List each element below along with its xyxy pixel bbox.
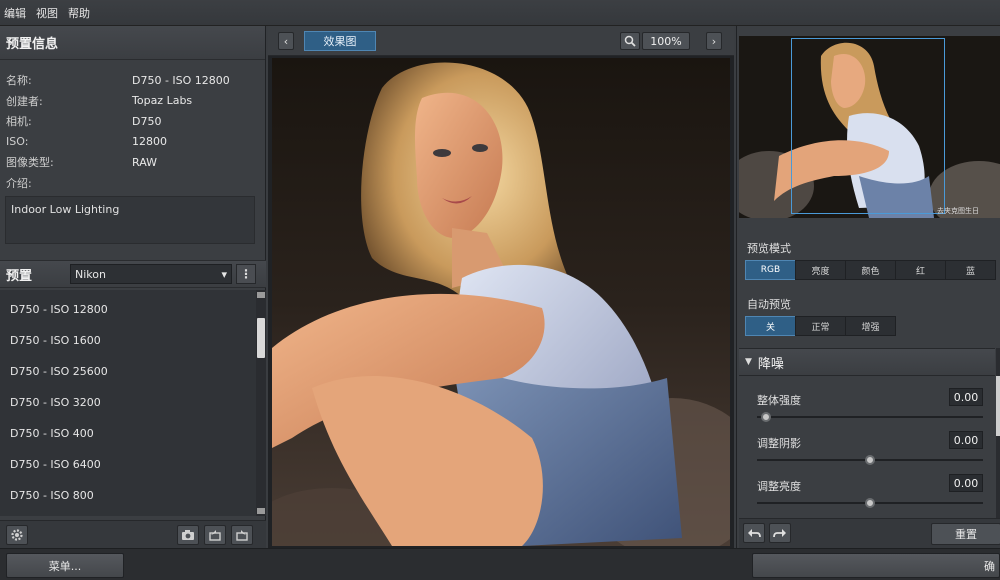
right-panel: 去夹克图生日 预览模式 RGB 亮度 颜色 红 蓝 自动预览 关 正常 增强 ▼… — [736, 26, 1000, 548]
info-row-iso: ISO: 12800 — [0, 132, 265, 153]
slider-value-overall[interactable]: 0.00 — [949, 388, 983, 406]
info-key: 名称: — [6, 74, 32, 88]
scroll-up-arrow[interactable] — [257, 292, 265, 298]
list-item[interactable]: D750 - ISO 25600 — [0, 356, 256, 387]
info-value: 12800 — [132, 135, 167, 149]
slider-track-overall[interactable] — [757, 412, 983, 422]
auto-preview-segment: 关 正常 增强 — [745, 316, 896, 336]
viewer-toolbar: ‹ 效果图 100% › — [268, 26, 734, 56]
preset-scrollbar[interactable] — [256, 290, 266, 516]
list-item[interactable]: D750 - ISO 400 — [0, 418, 256, 449]
slider-knob[interactable] — [865, 455, 875, 465]
preset-header: 预置 Nikon ▾ ⋮ — [0, 260, 266, 288]
redo-icon[interactable] — [769, 523, 791, 543]
preset-info-rows: 名称: D750 - ISO 12800 创建者: Topaz Labs 相机:… — [0, 60, 265, 193]
navigator-viewport-frame[interactable] — [791, 38, 945, 214]
info-value: Topaz Labs — [132, 94, 193, 108]
menu-view[interactable]: 视图 — [36, 5, 58, 21]
scroll-down-arrow[interactable] — [257, 508, 265, 514]
slider-label-overall: 整体强度 — [757, 394, 801, 407]
settings-scrollbar[interactable] — [996, 348, 1000, 520]
preview-mode-blue[interactable]: 蓝 — [945, 260, 996, 280]
slider-track-highlights[interactable] — [757, 498, 983, 508]
info-key: ISO: — [6, 135, 29, 149]
brand-select[interactable]: Nikon ▾ — [70, 264, 232, 284]
slider-value-highlights[interactable]: 0.00 — [949, 474, 983, 492]
apply-button[interactable]: 确 — [752, 553, 1000, 578]
preview-mode-segment: RGB 亮度 颜色 红 蓝 — [745, 260, 996, 280]
undo-icon[interactable] — [743, 523, 765, 543]
noise-title: 降噪 — [757, 356, 784, 372]
info-key: 图像类型: — [6, 156, 54, 170]
auto-preview-label: 自动预览 — [747, 298, 791, 311]
menu-bar: 编辑 视图 帮助 — [0, 0, 1000, 26]
chevron-down-icon: ▾ — [221, 267, 227, 281]
auto-preview-enhanced[interactable]: 增强 — [845, 316, 896, 336]
info-row-name: 名称: D750 - ISO 12800 — [0, 70, 265, 91]
navigator-thumbnail[interactable]: 去夹克图生日 — [739, 36, 1000, 218]
list-item[interactable]: D750 - ISO 1600 — [0, 325, 256, 356]
info-value: D750 - ISO 12800 — [132, 73, 230, 87]
status-bar: 菜单... 确 — [0, 548, 1000, 580]
info-key: 创建者: — [6, 94, 43, 108]
info-row-description-label: 介绍: — [0, 173, 265, 194]
magnifier-icon[interactable] — [620, 32, 640, 50]
import-icon[interactable] — [204, 525, 226, 545]
slider-track-shadows[interactable] — [757, 455, 983, 465]
menu-edit[interactable]: 编辑 — [4, 5, 26, 21]
info-row-image-type: 图像类型: RAW — [0, 152, 265, 173]
scroll-thumb[interactable] — [996, 376, 1000, 436]
preview-mode-rgb[interactable]: RGB — [745, 260, 796, 280]
preview-mode-color[interactable]: 颜色 — [845, 260, 896, 280]
info-value: D750 — [132, 114, 162, 128]
next-arrow-icon[interactable]: › — [706, 32, 722, 50]
preview-mode-red[interactable]: 红 — [895, 260, 946, 280]
scroll-thumb[interactable] — [257, 318, 265, 358]
description-box: Indoor Low Lighting — [5, 196, 255, 244]
info-key: 介绍: — [6, 176, 32, 190]
list-item[interactable]: D750 - ISO 3200 — [0, 387, 256, 418]
right-toolbar: 重置 — [739, 518, 1000, 548]
camera-icon[interactable] — [177, 525, 199, 545]
gear-icon[interactable] — [6, 525, 28, 545]
info-row-creator: 创建者: Topaz Labs — [0, 91, 265, 112]
list-item[interactable]: D750 - ISO 6400 — [0, 449, 256, 480]
menu-button[interactable]: 菜单... — [6, 553, 124, 578]
slider-label-shadows: 调整阴影 — [757, 437, 801, 450]
navigator-caption: 去夹克图生日 — [937, 207, 979, 215]
vertical-dots-icon[interactable]: ⋮ — [236, 264, 256, 284]
preset-list: D750 - ISO 12800 D750 - ISO 1600 D750 - … — [0, 290, 256, 516]
preset-title: 预置 — [6, 268, 33, 284]
brand-select-value: Nikon — [75, 267, 106, 281]
export-icon[interactable] — [231, 525, 253, 545]
image-canvas[interactable] — [268, 56, 734, 548]
reset-button[interactable]: 重置 — [931, 523, 1000, 545]
left-toolbar — [0, 520, 266, 548]
zoom-level[interactable]: 100% — [642, 32, 690, 50]
left-panel: 预置信息 名称: D750 - ISO 12800 创建者: Topaz Lab… — [0, 26, 266, 548]
slider-value-shadows[interactable]: 0.00 — [949, 431, 983, 449]
info-row-camera: 相机: D750 — [0, 111, 265, 132]
slider-knob[interactable] — [761, 412, 771, 422]
preview-photo — [272, 58, 730, 546]
list-item[interactable]: D750 - ISO 800 — [0, 480, 256, 511]
auto-preview-off[interactable]: 关 — [745, 316, 796, 336]
noise-section-header[interactable]: ▼ 降噪 — [739, 348, 995, 376]
slider-knob[interactable] — [865, 498, 875, 508]
effect-view-button[interactable]: 效果图 — [304, 31, 376, 51]
slider-label-highlights: 调整亮度 — [757, 480, 801, 493]
preview-mode-label: 预览模式 — [747, 242, 791, 255]
preview-mode-luminance[interactable]: 亮度 — [795, 260, 846, 280]
auto-preview-normal[interactable]: 正常 — [795, 316, 846, 336]
prev-arrow-icon[interactable]: ‹ — [278, 32, 294, 50]
menu-help[interactable]: 帮助 — [68, 5, 90, 21]
collapse-triangle-icon: ▼ — [745, 357, 752, 367]
list-item[interactable]: D750 - ISO 12800 — [0, 294, 256, 325]
info-value: RAW — [132, 155, 157, 169]
info-key: 相机: — [6, 115, 32, 129]
preset-info-title: 预置信息 — [0, 26, 265, 60]
